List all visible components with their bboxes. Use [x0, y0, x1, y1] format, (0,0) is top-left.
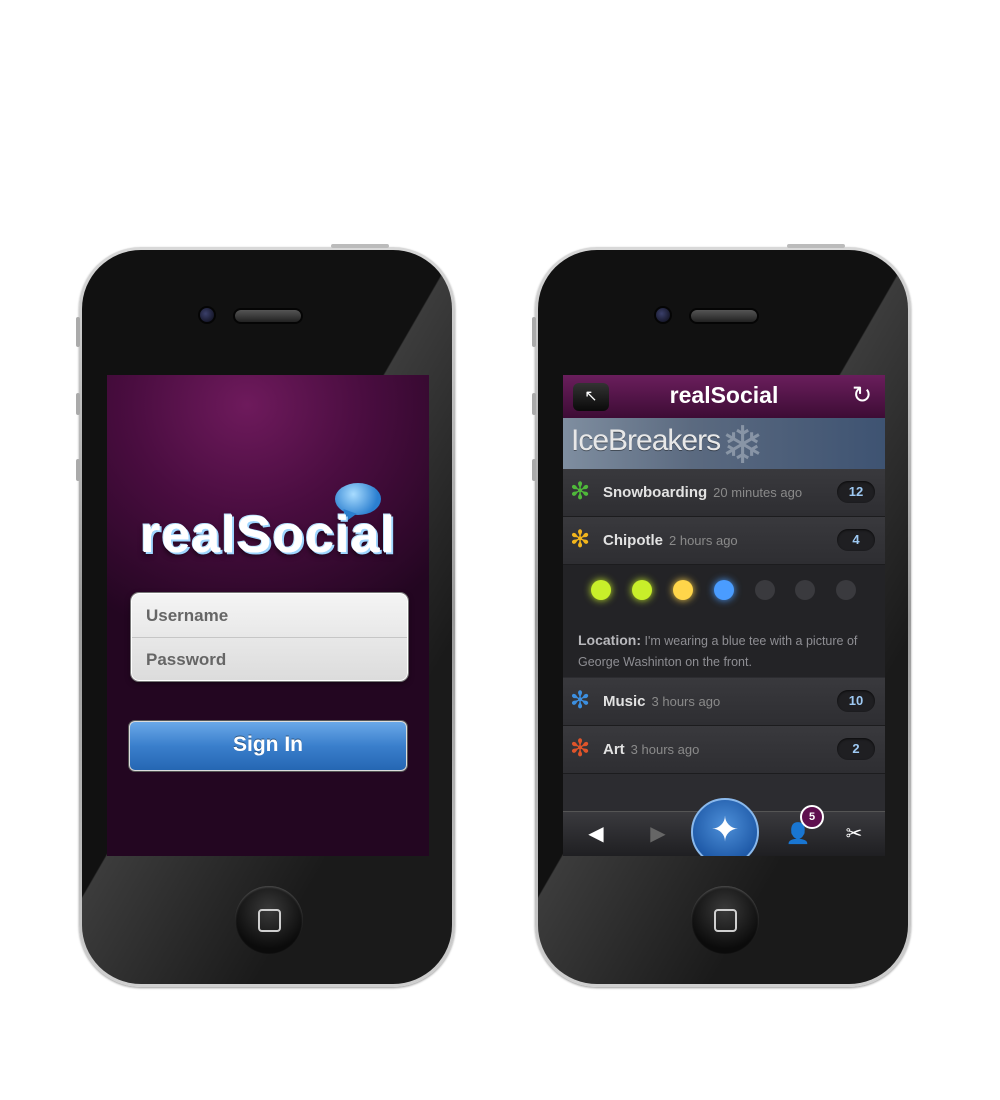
- icebreakers-screen: ↖ realSocial ↻ IceBreakers ❄ ✻ Snowboard…: [563, 375, 885, 856]
- volume-down-button: [532, 459, 536, 481]
- forward-arrow-icon[interactable]: ▶: [633, 812, 683, 856]
- list-item[interactable]: ✻ Music 3 hours ago 10: [563, 678, 885, 726]
- camera-icon: [198, 306, 216, 324]
- back-arrow-icon[interactable]: ◀: [571, 812, 621, 856]
- login-screen: realSocial Username Password Sign In: [107, 375, 429, 856]
- nav-bar: ↖ realSocial ↻: [563, 375, 885, 418]
- volume-down-button: [76, 459, 80, 481]
- volume-up-button: [532, 393, 536, 415]
- topic-name: Chipotle: [603, 532, 663, 549]
- topic-detail-panel: Location: I'm wearing a blue tee with a …: [563, 565, 885, 677]
- volume-up-button: [76, 393, 80, 415]
- earpiece-speaker: [233, 308, 303, 324]
- comment-count-badge: 12: [837, 481, 875, 503]
- settings-icon[interactable]: ✂: [829, 812, 879, 856]
- topic-time: 3 hours ago: [630, 742, 700, 757]
- app-title: realSocial: [669, 382, 779, 408]
- status-dot: [673, 580, 693, 600]
- notification-badge: 5: [800, 805, 824, 829]
- snowflake-icon: ✻: [570, 735, 591, 762]
- mute-switch: [76, 317, 80, 347]
- home-button[interactable]: [691, 886, 759, 954]
- location-text: Location: I'm wearing a blue tee with a …: [578, 630, 870, 673]
- status-dot: [632, 580, 652, 600]
- camera-icon: [654, 306, 672, 324]
- home-square-icon: [257, 908, 281, 932]
- list-item[interactable]: ✻ Chipotle 2 hours ago 4: [563, 517, 885, 565]
- topic-time: 3 hours ago: [651, 694, 721, 709]
- snowflake-icon: ✻: [570, 526, 591, 553]
- topic-name: Snowboarding: [603, 484, 708, 501]
- power-button: [331, 244, 389, 248]
- home-button[interactable]: [235, 886, 303, 954]
- status-dot: [591, 580, 611, 600]
- topic-name: Music: [603, 693, 646, 710]
- refresh-icon[interactable]: ↻: [847, 381, 877, 411]
- phone-icebreakers: ↖ realSocial ↻ IceBreakers ❄ ✻ Snowboard…: [532, 244, 911, 987]
- username-field[interactable]: Username: [132, 594, 407, 637]
- snowflake-icon: ❄: [721, 418, 765, 469]
- snowflake-icon: ✻: [570, 687, 591, 714]
- comment-count-badge: 2: [837, 738, 875, 760]
- status-dot: [755, 580, 775, 600]
- banner-title: IceBreakers: [571, 424, 721, 457]
- sign-in-button[interactable]: Sign In: [129, 721, 407, 771]
- topic-time: 2 hours ago: [669, 533, 738, 548]
- mute-switch: [532, 317, 536, 347]
- topic-time: 20 minutes ago: [713, 485, 803, 500]
- app-logo: realSocial: [140, 506, 396, 564]
- icebreakers-banner: IceBreakers ❄: [563, 418, 885, 469]
- location-label: Location:: [578, 632, 641, 648]
- list-item[interactable]: ✻ Art 3 hours ago 2: [563, 726, 885, 774]
- phone-login: realSocial Username Password Sign In: [76, 244, 455, 987]
- compass-icon[interactable]: ✦: [691, 798, 759, 856]
- power-button: [787, 244, 845, 248]
- password-field[interactable]: Password: [132, 637, 407, 681]
- status-dot: [795, 580, 815, 600]
- snowflake-icon: ✻: [570, 478, 591, 505]
- comment-count-badge: 10: [837, 690, 875, 712]
- comment-count-badge: 4: [837, 529, 875, 551]
- home-square-icon: [713, 908, 737, 932]
- status-dot: [714, 580, 734, 600]
- tab-bar: ◀ ▶ ✦ 👤 5 ✂: [563, 798, 885, 856]
- login-form: Username Password: [131, 593, 408, 681]
- topic-name: Art: [603, 741, 625, 758]
- status-dot: [836, 580, 856, 600]
- earpiece-speaker: [689, 308, 759, 324]
- list-item[interactable]: ✻ Snowboarding 20 minutes ago 12: [563, 469, 885, 517]
